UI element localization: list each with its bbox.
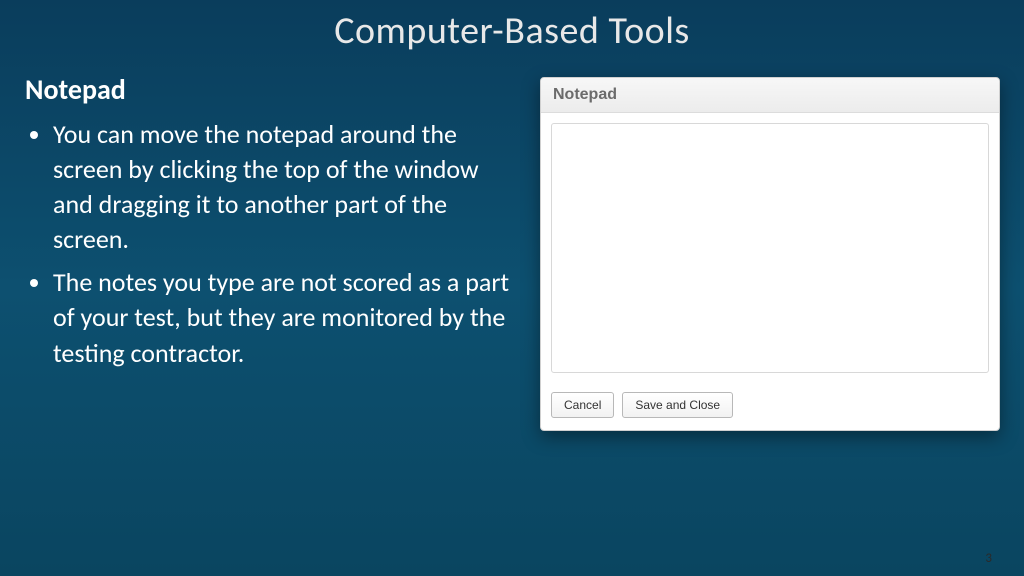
bullet-list: You can move the notepad around the scre…	[25, 117, 510, 371]
notepad-body	[541, 113, 999, 388]
notepad-titlebar[interactable]: Notepad	[541, 78, 999, 113]
bullet-item: You can move the notepad around the scre…	[53, 117, 510, 257]
page-number: 3	[985, 551, 992, 566]
notepad-textarea[interactable]	[551, 123, 989, 373]
text-column: Notepad You can move the notepad around …	[20, 72, 510, 431]
cancel-button[interactable]: Cancel	[551, 392, 614, 418]
save-close-button[interactable]: Save and Close	[622, 392, 733, 418]
slide-title: Computer-Based Tools	[0, 0, 1024, 54]
notepad-window: Notepad Cancel Save and Close	[540, 77, 1000, 431]
notepad-column: Notepad Cancel Save and Close	[510, 72, 1004, 431]
notepad-button-row: Cancel Save and Close	[541, 388, 999, 430]
content-area: Notepad You can move the notepad around …	[0, 72, 1024, 431]
section-heading: Notepad	[25, 72, 510, 107]
bullet-item: The notes you type are not scored as a p…	[53, 265, 510, 370]
